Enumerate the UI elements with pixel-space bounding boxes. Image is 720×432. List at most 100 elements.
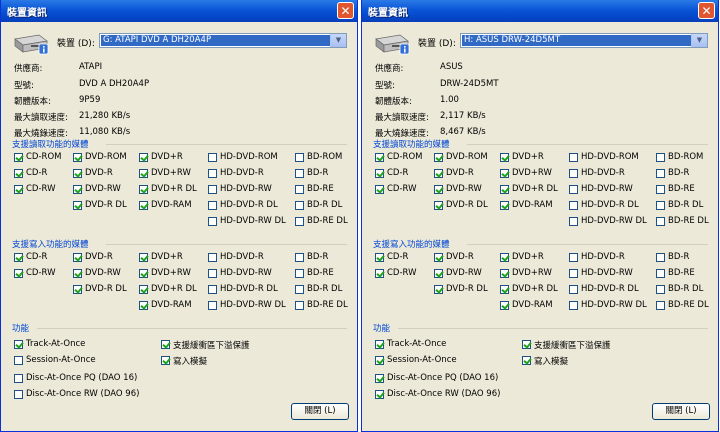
read-media-checkbox-box[interactable]: [295, 201, 304, 210]
read-media-checkbox-box[interactable]: [14, 153, 23, 162]
write-media-checkbox-box[interactable]: [434, 253, 443, 262]
device-select[interactable]: G: ATAPI DVD A DH20A4P ▼: [99, 33, 347, 48]
write-media-checkbox-box[interactable]: [139, 269, 148, 278]
read-media-checkbox-box[interactable]: [500, 185, 509, 194]
read-media-checkbox-box[interactable]: [569, 185, 578, 194]
write-media-checkbox-box[interactable]: [375, 253, 384, 262]
read-media-checkbox-box[interactable]: [500, 201, 509, 210]
read-media-checkbox-box[interactable]: [208, 217, 217, 226]
write-media-checkbox-box[interactable]: [208, 269, 217, 278]
read-media-checkbox-box[interactable]: [569, 153, 578, 162]
write-media-checkbox-box[interactable]: [569, 269, 578, 278]
read-media-checkbox-box[interactable]: [295, 185, 304, 194]
read-media-checkbox-box[interactable]: [14, 185, 23, 194]
write-media-checkbox-box[interactable]: [434, 285, 443, 294]
read-media-checkbox-box[interactable]: [656, 217, 665, 226]
read-media-checkbox-box[interactable]: [656, 153, 665, 162]
function-checkbox-box[interactable]: [375, 390, 384, 399]
write-media-checkbox-box[interactable]: [295, 269, 304, 278]
read-media-checkbox-box[interactable]: [295, 169, 304, 178]
read-media-checkbox-box[interactable]: [295, 217, 304, 226]
device-select[interactable]: H: ASUS DRW-24D5MT ▼: [460, 33, 708, 48]
write-media-checkbox-box[interactable]: [500, 253, 509, 262]
function-checkbox-box[interactable]: [14, 340, 23, 349]
window-close-button[interactable]: ✕: [698, 2, 715, 19]
function-checkbox-box[interactable]: [375, 356, 384, 365]
read-media-checkbox-box[interactable]: [434, 185, 443, 194]
read-media-checkbox-box[interactable]: [375, 153, 384, 162]
write-media-checkbox-box[interactable]: [14, 269, 23, 278]
read-media-checkbox-box[interactable]: [73, 201, 82, 210]
function-checkbox-box[interactable]: [161, 356, 170, 365]
close-button[interactable]: 關閉 (L): [652, 403, 710, 420]
write-media-checkbox-box[interactable]: [569, 301, 578, 310]
read-media-checkbox-box[interactable]: [73, 153, 82, 162]
read-media-checkbox-box[interactable]: [569, 217, 578, 226]
write-media-checkbox-box[interactable]: [295, 285, 304, 294]
read-media-checkbox-box[interactable]: [569, 201, 578, 210]
close-button[interactable]: 關閉 (L): [291, 403, 349, 420]
read-media-checkbox-box[interactable]: [569, 169, 578, 178]
function-checkbox-box[interactable]: [375, 340, 384, 349]
title-bar[interactable]: 裝置資訊 ✕: [1, 0, 357, 22]
function-checkbox-box[interactable]: [522, 356, 531, 365]
function-checkbox-box[interactable]: [14, 356, 23, 365]
write-media-checkbox-box[interactable]: [656, 253, 665, 262]
write-media-checkbox-box[interactable]: [73, 253, 82, 262]
read-media-checkbox-box[interactable]: [375, 169, 384, 178]
read-media-checkbox-box[interactable]: [139, 153, 148, 162]
write-media-checkbox-box[interactable]: [434, 269, 443, 278]
write-media-checkbox-box[interactable]: [500, 269, 509, 278]
write-media-checkbox-box[interactable]: [208, 253, 217, 262]
read-media-checkbox-box[interactable]: [434, 153, 443, 162]
read-media-checkbox-box[interactable]: [73, 185, 82, 194]
read-media-checkbox-box[interactable]: [434, 201, 443, 210]
read-media-checkbox-box[interactable]: [656, 169, 665, 178]
write-media-checkbox-box[interactable]: [139, 253, 148, 262]
title-bar[interactable]: 裝置資訊 ✕: [362, 0, 718, 22]
read-media-checkbox-box[interactable]: [139, 169, 148, 178]
write-media-checkbox-label: DVD-RW: [446, 268, 482, 278]
read-media-checkbox-box[interactable]: [656, 185, 665, 194]
write-media-checkbox-box[interactable]: [569, 285, 578, 294]
write-media-checkbox-box[interactable]: [208, 301, 217, 310]
write-media-checkbox-box[interactable]: [73, 269, 82, 278]
write-media-checkbox-box[interactable]: [656, 301, 665, 310]
read-media-checkbox-box[interactable]: [434, 169, 443, 178]
read-media-checkbox-box[interactable]: [295, 153, 304, 162]
function-checkbox-box[interactable]: [14, 374, 23, 383]
function-checkbox-box[interactable]: [161, 340, 170, 349]
read-media-checkbox-box[interactable]: [139, 201, 148, 210]
function-checkbox-box[interactable]: [522, 340, 531, 349]
write-media-checkbox-box[interactable]: [295, 301, 304, 310]
write-media-checkbox-box[interactable]: [500, 301, 509, 310]
write-media-checkbox-box[interactable]: [656, 269, 665, 278]
write-media-checkbox-box[interactable]: [139, 285, 148, 294]
read-media-checkbox-box[interactable]: [500, 153, 509, 162]
window-close-button[interactable]: ✕: [337, 2, 354, 19]
read-media-checkbox-box[interactable]: [208, 153, 217, 162]
read-media-checkbox-box[interactable]: [656, 201, 665, 210]
write-media-checkbox-box[interactable]: [375, 269, 384, 278]
chevron-down-icon[interactable]: ▼: [691, 34, 707, 47]
write-media-checkbox-box[interactable]: [656, 285, 665, 294]
read-media-checkbox-box[interactable]: [73, 169, 82, 178]
read-media-checkbox-box[interactable]: [14, 169, 23, 178]
read-media-checkbox-box[interactable]: [139, 185, 148, 194]
read-media-checkbox-box[interactable]: [208, 185, 217, 194]
read-media-checkbox-box[interactable]: [500, 169, 509, 178]
read-media-checkbox-box[interactable]: [375, 185, 384, 194]
function-checkbox-box[interactable]: [375, 374, 384, 383]
write-media-checkbox-box[interactable]: [569, 253, 578, 262]
write-media-checkbox-box[interactable]: [208, 285, 217, 294]
read-media-checkbox-box[interactable]: [208, 201, 217, 210]
write-media-checkbox-box[interactable]: [14, 253, 23, 262]
read-media-checkbox-label: HD-DVD-RW DL: [581, 216, 647, 226]
read-media-checkbox-box[interactable]: [208, 169, 217, 178]
write-media-checkbox-box[interactable]: [73, 285, 82, 294]
chevron-down-icon[interactable]: ▼: [330, 34, 346, 47]
write-media-checkbox-box[interactable]: [295, 253, 304, 262]
write-media-checkbox-box[interactable]: [500, 285, 509, 294]
function-checkbox-box[interactable]: [14, 390, 23, 399]
write-media-checkbox-box[interactable]: [139, 301, 148, 310]
